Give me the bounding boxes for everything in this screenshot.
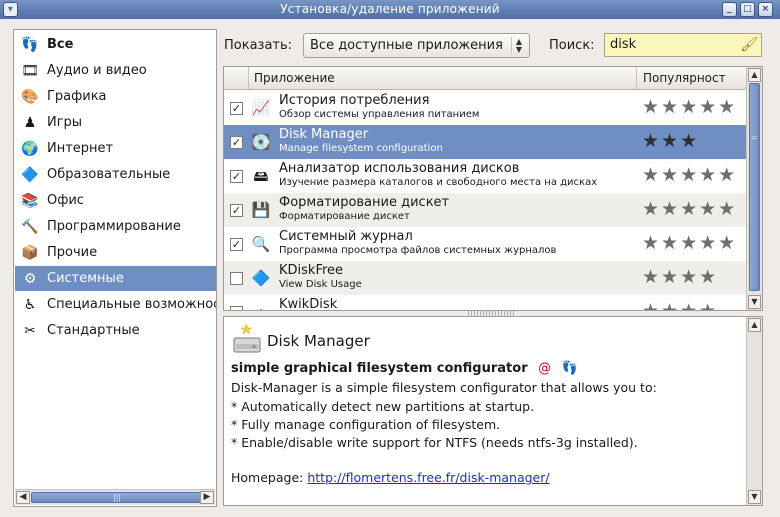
popularity-stars: ★★★★★ [642,164,738,186]
description-line: * Fully manage configuration of filesyst… [231,417,501,432]
description-line: * Enable/disable write support for NTFS … [231,435,638,450]
scroll-down-icon[interactable]: ▼ [748,490,761,504]
column-header-install[interactable] [224,67,249,89]
close-button[interactable]: × [758,2,773,17]
app-summary: simple graphical filesystem configurator… [231,361,578,376]
list-item[interactable]: 🔹 KwikDisk ★★★★ [224,295,747,311]
column-header-app[interactable]: Приложение [254,67,335,90]
graphics-icon: 🎨 [21,89,39,105]
sidebar-item-programming[interactable]: 🔨 Программирование [15,214,216,239]
popularity-stars: ★★★★★ [642,96,738,118]
window-title: Установка/удаление приложений [280,2,500,16]
office-icon: 📚 [21,193,39,209]
popularity-stars: ★★★★ [642,266,719,288]
kwikdisk-icon: 🔹 [251,302,271,310]
scrollbar-thumb[interactable]: = [749,83,760,291]
scroll-down-icon[interactable]: ▼ [748,295,761,309]
accessories-icon: ✂ [24,323,36,339]
search-label: Поиск: [549,38,595,53]
scroll-up-icon[interactable]: ▲ [748,318,761,332]
sidebar-item-education[interactable]: 🔷 Образовательные [15,162,216,187]
app-title: Disk Manager [267,332,370,350]
list-item[interactable]: ✓ 💽 Disk Manager Manage filesystem confi… [224,125,747,159]
kdiskfree-icon: 🔷 [251,269,271,287]
floppy-icon: 💾 [251,201,271,219]
sidebar-item-all[interactable]: 👣 Все [15,32,216,57]
other-icon: 📦 [21,245,39,261]
homepage-line: Homepage: http://flomertens.free.fr/disk… [231,470,550,485]
maximize-button[interactable]: □ [740,2,755,17]
list-item[interactable]: ✓ 📈 История потребления Обзор системы уп… [224,91,747,125]
search-input[interactable]: disk 🖌 [604,33,762,57]
install-checkbox[interactable]: ✓ [230,102,243,115]
install-checkbox[interactable]: ✓ [230,204,243,217]
minimize-button[interactable]: _ [722,2,737,17]
list-item[interactable]: ✓ 🔍 Системный журнал Программа просмотра… [224,227,747,261]
install-checkbox[interactable] [230,306,243,310]
list-item[interactable]: ✓ 💾 Форматирование дискет Форматирование… [224,193,747,227]
sidebar-item-accessibility[interactable]: ♿Специальные возможности [15,292,216,317]
log-viewer-icon: 🔍 [251,235,271,253]
description-line: * Automatically detect new partitions at… [231,399,535,414]
install-checkbox[interactable]: ✓ [230,238,243,251]
app-window: ▾ Установка/удаление приложений _ □ × 👣 В… [0,0,780,517]
list-item[interactable]: ✓ 🖴 Анализатор использования дисков Изуч… [224,159,747,193]
clear-search-icon[interactable]: 🖌 [740,36,758,54]
debian-icon: @ [538,361,552,376]
list-item[interactable]: 🔷 KDiskFree View Disk Usage ★★★★ [224,261,747,295]
scroll-up-icon[interactable]: ▲ [748,68,761,82]
scroll-right-icon[interactable]: ▶ [200,491,214,504]
application-list: Приложение Популярност ✓ 📈 История потре… [223,66,763,311]
description-line: Disk-Manager is a simple filesystem conf… [231,380,657,395]
install-checkbox[interactable]: ✓ [230,170,243,183]
scrollbar-thumb[interactable]: ||| [31,492,203,503]
combo-arrows-icon: ▲ ▼ [511,37,526,54]
gnome-icon: 👣 [561,361,578,376]
disk-manager-icon: 💽 [251,133,271,151]
sidebar-item-system[interactable]: ⚙ Системные [15,266,216,291]
sidebar-item-graphics[interactable]: 🎨 Графика [15,84,216,109]
description-vertical-scrollbar[interactable]: ▲ ▼ [746,317,762,505]
category-sidebar: 👣 Все 🎞 Аудио и видео 🎨 Графика ♟ Игры 🌍 Инте… [13,29,217,507]
audio-video-icon: 🎞 [21,63,39,79]
all-apps-icon: 👣 [21,37,39,53]
column-header-popularity[interactable]: Популярност [636,67,747,89]
install-checkbox[interactable] [230,272,243,285]
app-description-pane: Disk Manager simple graphical filesystem… [223,316,763,506]
popularity-stars: ★★★★★ [642,198,738,220]
install-checkbox[interactable]: ✓ [230,136,243,149]
education-icon: 🔷 [21,167,39,183]
scroll-left-icon[interactable]: ◀ [16,491,30,504]
show-filter-combobox[interactable]: Все доступные приложения ▲ ▼ [303,33,530,58]
sidebar-item-internet[interactable]: 🌍 Интернет [15,136,216,161]
show-label: Показать: [224,38,293,53]
accessibility-icon: ♿ [23,297,37,313]
sidebar-horizontal-scrollbar[interactable]: ◀ ||| ▶ [15,489,215,505]
popularity-stars: ★★★ [642,130,700,152]
disk-usage-icon: 🖴 [253,167,269,185]
games-icon: ♟ [23,115,37,131]
window-menu-icon[interactable]: ▾ [3,2,18,17]
programming-icon: 🔨 [21,219,39,235]
popularity-stars: ★★★★ [642,300,719,311]
sidebar-item-other[interactable]: 📦 Прочие [15,240,216,265]
sidebar-item-accessories[interactable]: ✂ Стандартные [15,318,216,343]
internet-icon: 🌍 [21,141,39,157]
sidebar-item-office[interactable]: 📚 Офис [15,188,216,213]
list-vertical-scrollbar[interactable]: ▲ = ▼ [746,67,762,310]
sidebar-item-audio-video[interactable]: 🎞 Аудио и видео [15,58,216,83]
sidebar-item-games[interactable]: ♟ Игры [15,110,216,135]
chart-icon: 📈 [251,99,271,117]
system-icon: ⚙ [23,271,37,287]
popularity-stars: ★★★★★ [642,232,738,254]
homepage-link[interactable]: http://flomertens.free.fr/disk-manager/ [307,470,549,485]
disk-manager-icon [233,324,261,353]
list-header: Приложение Популярност [224,67,747,90]
title-bar[interactable]: ▾ Установка/удаление приложений _ □ × [0,0,780,19]
